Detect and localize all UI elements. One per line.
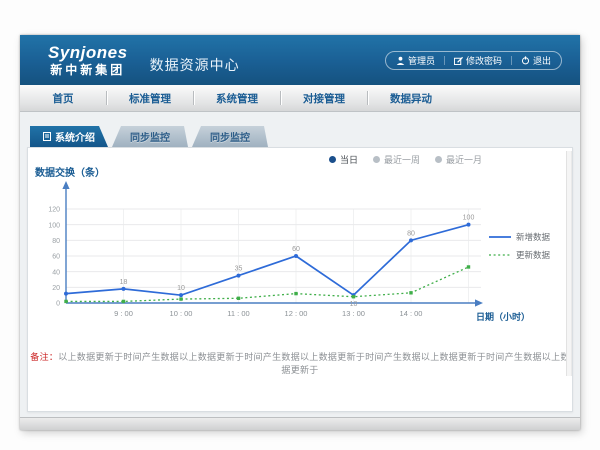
change-password-button[interactable]: 修改密码 <box>454 54 502 67</box>
svg-text:80: 80 <box>407 230 415 237</box>
footnote-text: 以上数据更新于时间产生数据以上数据更新于时间产生数据以上数据更新于时间产生数据以… <box>58 352 570 375</box>
admin-user-label: 管理员 <box>408 54 435 67</box>
footnote-label: 备注： <box>30 352 58 362</box>
power-icon <box>521 56 530 65</box>
svg-text:18: 18 <box>120 279 128 286</box>
tab-label: 同步监控 <box>130 129 170 144</box>
svg-text:更新数据: 更新数据 <box>516 250 551 260</box>
svg-text:11 : 00: 11 : 00 <box>227 309 249 318</box>
change-password-label: 修改密码 <box>466 54 502 67</box>
tab-sync-monitor-2[interactable]: 同步监控 <box>192 126 268 147</box>
nav-item-standard-mgmt[interactable]: 标准管理 <box>107 91 193 106</box>
content-panel: 当日 最近一周 最近一月 数据交换（条）0204060801001209 : 0… <box>27 147 573 412</box>
svg-text:80: 80 <box>52 238 60 245</box>
nav-item-interface-mgmt[interactable]: 对接管理 <box>281 91 367 106</box>
nav-item-system-mgmt[interactable]: 系统管理 <box>194 91 280 106</box>
logout-label: 退出 <box>533 54 551 67</box>
svg-text:100: 100 <box>48 222 60 229</box>
nav-item-home[interactable]: 首页 <box>20 91 106 106</box>
tab-label: 系统介绍 <box>55 129 95 144</box>
svg-text:12 : 00: 12 : 00 <box>285 309 308 318</box>
main-nav: 首页 标准管理 系统管理 对接管理 数据异动 <box>20 85 580 112</box>
svg-text:120: 120 <box>48 207 60 214</box>
document-icon <box>43 132 51 141</box>
svg-text:20: 20 <box>52 285 60 292</box>
svg-text:9 : 00: 9 : 00 <box>114 309 133 318</box>
divider <box>511 56 512 65</box>
panel-scrollbar[interactable] <box>566 151 572 376</box>
tab-bar: 系统介绍 同步监控 同步监控 <box>30 126 268 147</box>
svg-text:40: 40 <box>52 269 60 276</box>
tab-sync-monitor-1[interactable]: 同步监控 <box>112 126 188 147</box>
user-icon <box>396 56 405 65</box>
svg-text:10: 10 <box>177 285 185 292</box>
page-title: 数据资源中心 <box>150 55 240 75</box>
divider <box>444 56 445 65</box>
svg-text:60: 60 <box>292 246 300 253</box>
window-footer <box>20 417 580 430</box>
svg-text:日期（小时）: 日期（小时） <box>476 311 530 322</box>
svg-text:100: 100 <box>463 215 475 222</box>
svg-text:新增数据: 新增数据 <box>516 232 551 242</box>
logout-button[interactable]: 退出 <box>521 54 551 67</box>
data-exchange-line-chart: 数据交换（条） 0 20 40 60 80 100 120 9 : 00 10 : 00 11 : … <box>31 161 569 341</box>
admin-user-button[interactable]: 管理员 <box>396 54 435 67</box>
logo-text-cn: 新中新集团 <box>48 64 128 77</box>
svg-text:数据交换（条）: 数据交换（条） <box>35 166 105 179</box>
edit-icon <box>454 56 463 65</box>
svg-text:0: 0 <box>56 301 60 308</box>
company-logo[interactable]: Synjones 新中新集团 <box>48 44 128 76</box>
svg-text:10: 10 <box>350 301 358 308</box>
svg-text:35: 35 <box>235 266 243 273</box>
svg-text:13 : 00: 13 : 00 <box>342 309 365 318</box>
footnote: 备注：以上数据更新于时间产生数据以上数据更新于时间产生数据以上数据更新于时间产生… <box>28 350 572 376</box>
app-header: Synjones 新中新集团 数据资源中心 管理员 修改密码 <box>20 35 580 85</box>
nav-item-data-change[interactable]: 数据异动 <box>368 91 454 106</box>
svg-text:14 : 00: 14 : 00 <box>400 309 423 318</box>
app-window: Synjones 新中新集团 数据资源中心 管理员 修改密码 <box>20 35 580 430</box>
tab-label: 同步监控 <box>210 129 250 144</box>
tab-system-intro[interactable]: 系统介绍 <box>30 126 108 147</box>
svg-text:60: 60 <box>52 254 60 261</box>
logo-text-en: Synjones <box>48 44 128 62</box>
svg-text:10 : 00: 10 : 00 <box>170 309 193 318</box>
user-actions-bar: 管理员 修改密码 退出 <box>385 51 562 70</box>
